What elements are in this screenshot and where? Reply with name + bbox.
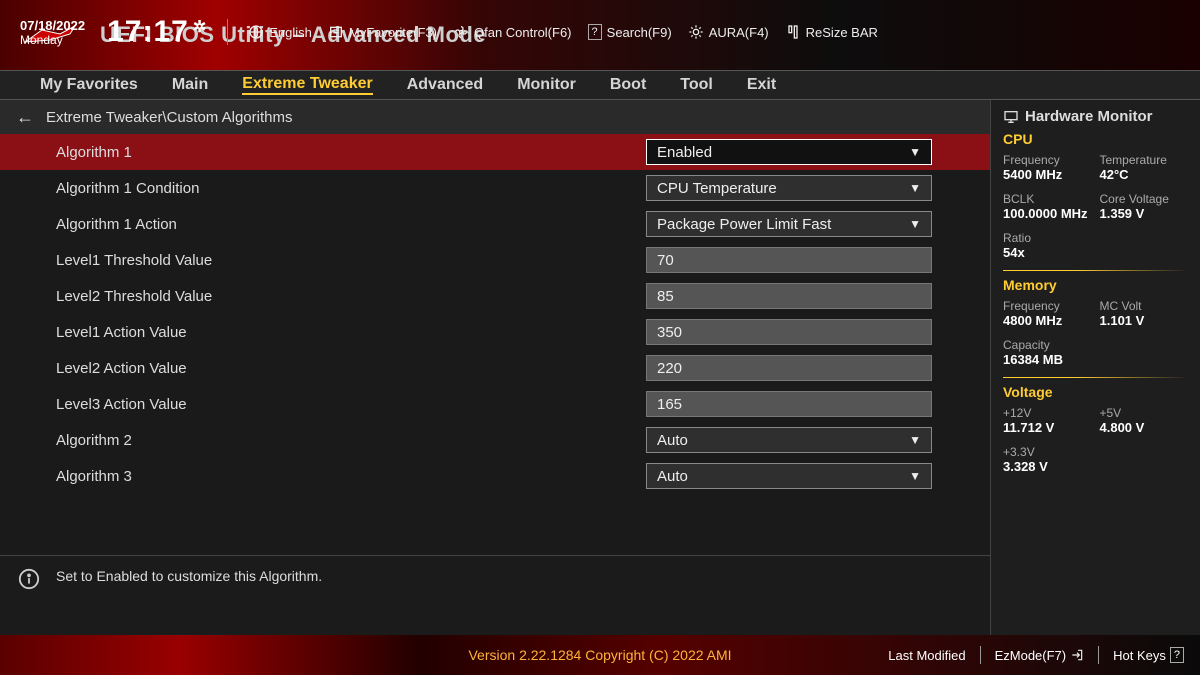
info-panel: Set to Enabled to customize this Algorit… — [0, 555, 990, 635]
tab-tool[interactable]: Tool — [680, 76, 713, 94]
select-algorithm-1-condition[interactable]: CPU Temperature ▼ — [646, 175, 932, 201]
breadcrumb: Extreme Tweaker\Custom Algorithms — [46, 109, 292, 126]
fan-icon — [453, 24, 469, 40]
myfavorite-button[interactable]: MyFavorite(F3) — [328, 24, 437, 40]
row-algorithm-2[interactable]: Algorithm 2 Auto ▼ — [0, 422, 990, 458]
last-modified-button[interactable]: Last Modified — [888, 648, 965, 663]
gear-icon[interactable]: ✲ — [193, 17, 207, 37]
breadcrumb-bar: ← Extreme Tweaker\Custom Algorithms — [0, 100, 990, 134]
resizebar-button[interactable]: ReSize BAR — [785, 24, 878, 40]
language-button[interactable]: English — [248, 24, 312, 40]
row-level1-action[interactable]: Level1 Action Value 350 — [0, 314, 990, 350]
input-level1-threshold[interactable]: 70 — [646, 247, 932, 273]
row-level1-threshold[interactable]: Level1 Threshold Value 70 — [0, 242, 990, 278]
row-label: Algorithm 2 — [56, 432, 646, 449]
select-algorithm-1[interactable]: Enabled ▼ — [646, 139, 932, 165]
separator — [980, 646, 981, 664]
hotkeys-button[interactable]: Hot Keys ? — [1113, 647, 1184, 663]
divider — [1003, 377, 1188, 378]
separator — [227, 19, 228, 45]
row-label: Level3 Action Value — [56, 396, 646, 413]
globe-icon — [248, 24, 264, 40]
select-algorithm-1-action[interactable]: Package Power Limit Fast ▼ — [646, 211, 932, 237]
separator — [1098, 646, 1099, 664]
aura-button[interactable]: AURA(F4) — [688, 24, 769, 40]
row-label: Algorithm 1 — [56, 144, 646, 161]
row-level2-threshold[interactable]: Level2 Threshold Value 85 — [0, 278, 990, 314]
chevron-down-icon: ▼ — [909, 181, 921, 195]
row-level2-action[interactable]: Level2 Action Value 220 — [0, 350, 990, 386]
tab-main[interactable]: Main — [172, 76, 208, 94]
date-text: 07/18/2022 — [20, 18, 85, 33]
info-text: Set to Enabled to customize this Algorit… — [56, 568, 322, 584]
question-icon: ? — [1170, 647, 1184, 663]
row-algorithm-1[interactable]: Algorithm 1 Enabled ▼ — [0, 134, 990, 170]
search-button[interactable]: ? Search(F9) — [588, 24, 672, 40]
select-algorithm-2[interactable]: Auto ▼ — [646, 427, 932, 453]
tab-boot[interactable]: Boot — [610, 76, 646, 94]
ezmode-button[interactable]: EzMode(F7) — [995, 648, 1085, 663]
input-level2-action[interactable]: 220 — [646, 355, 932, 381]
datetime-block: 07/18/2022 Monday — [20, 18, 85, 47]
row-algorithm-1-condition[interactable]: Algorithm 1 Condition CPU Temperature ▼ — [0, 170, 990, 206]
list-icon — [328, 24, 344, 40]
row-label: Level2 Action Value — [56, 360, 646, 377]
tab-advanced[interactable]: Advanced — [407, 76, 483, 94]
section-voltage: Voltage — [1003, 384, 1188, 400]
input-level1-action[interactable]: 350 — [646, 319, 932, 345]
clock-text: 17:17 ✲ — [107, 15, 207, 49]
qfan-button[interactable]: Qfan Control(F6) — [453, 24, 572, 40]
tab-monitor[interactable]: Monitor — [517, 76, 576, 94]
row-label: Level1 Threshold Value — [56, 252, 646, 269]
back-arrow-icon[interactable]: ← — [16, 107, 34, 128]
row-label: Algorithm 1 Condition — [56, 180, 646, 197]
row-level3-action[interactable]: Level3 Action Value 165 — [0, 386, 990, 422]
row-algorithm-1-action[interactable]: Algorithm 1 Action Package Power Limit F… — [0, 206, 990, 242]
input-level2-threshold[interactable]: 85 — [646, 283, 932, 309]
header-banner: UEFI BIOS Utility – Advanced Mode 07/18/… — [0, 0, 1200, 70]
exit-icon — [1070, 648, 1084, 662]
chevron-down-icon: ▼ — [909, 145, 921, 159]
section-cpu: CPU — [1003, 131, 1188, 147]
tab-my-favorites[interactable]: My Favorites — [40, 76, 138, 94]
bar-icon — [785, 24, 801, 40]
info-icon — [18, 568, 40, 590]
question-icon: ? — [588, 24, 602, 40]
settings-list: Algorithm 1 Enabled ▼ Algorithm 1 Condit… — [0, 134, 990, 555]
row-label: Level1 Action Value — [56, 324, 646, 341]
divider — [1003, 270, 1188, 271]
side-title: Hardware Monitor — [1003, 108, 1188, 125]
row-label: Level2 Threshold Value — [56, 288, 646, 305]
row-algorithm-3[interactable]: Algorithm 3 Auto ▼ — [0, 458, 990, 494]
hardware-monitor-panel: Hardware Monitor CPU Frequency5400 MHz T… — [990, 100, 1200, 635]
row-label: Algorithm 3 — [56, 468, 646, 485]
tab-extreme-tweaker[interactable]: Extreme Tweaker — [242, 75, 372, 95]
version-text: Version 2.22.1284 Copyright (C) 2022 AMI — [468, 647, 731, 663]
day-text: Monday — [20, 33, 85, 47]
sun-icon — [688, 24, 704, 40]
tab-exit[interactable]: Exit — [747, 76, 776, 94]
chevron-down-icon: ▼ — [909, 217, 921, 231]
select-algorithm-3[interactable]: Auto ▼ — [646, 463, 932, 489]
chevron-down-icon: ▼ — [909, 433, 921, 447]
main-tabs: My Favorites Main Extreme Tweaker Advanc… — [0, 70, 1200, 100]
section-memory: Memory — [1003, 277, 1188, 293]
input-level3-action[interactable]: 165 — [646, 391, 932, 417]
row-label: Algorithm 1 Action — [56, 216, 646, 233]
footer-bar: Version 2.22.1284 Copyright (C) 2022 AMI… — [0, 635, 1200, 675]
chevron-down-icon: ▼ — [909, 469, 921, 483]
monitor-icon — [1003, 109, 1019, 125]
